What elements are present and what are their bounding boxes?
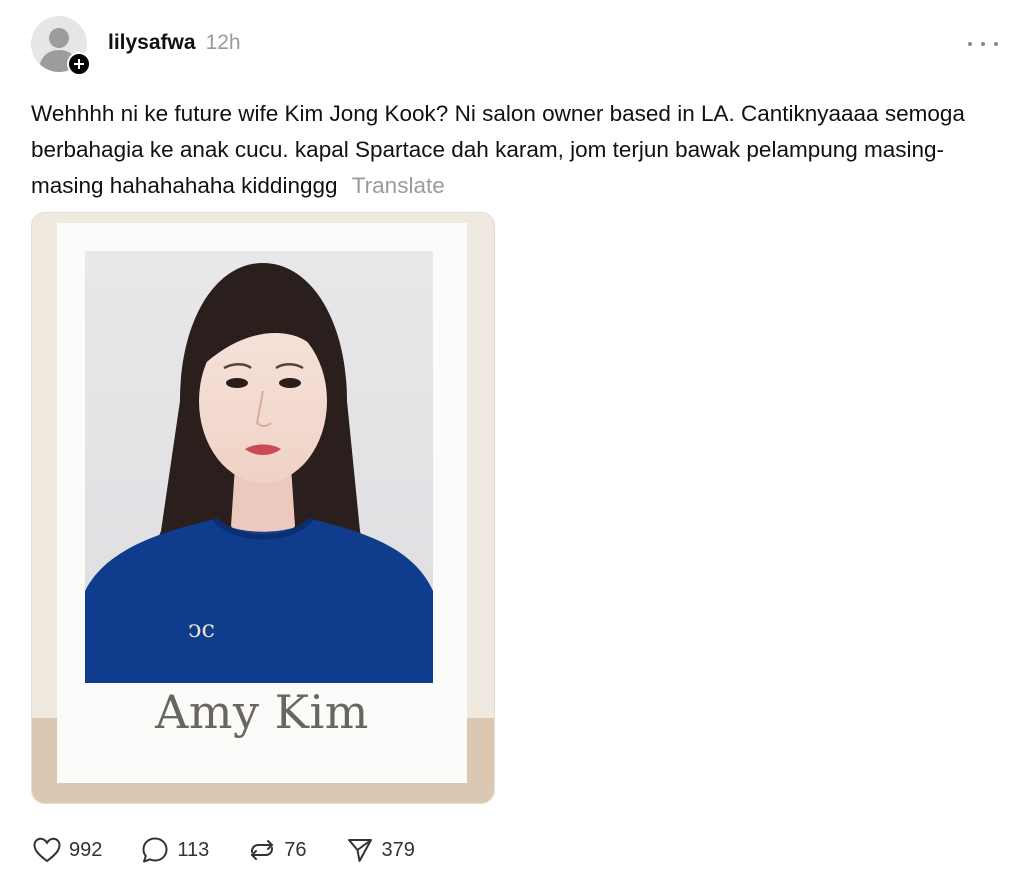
like-button[interactable]: 992	[33, 837, 102, 863]
post-header: lilysafwa 12h	[108, 31, 241, 55]
caption-text: Wehhhh ni ke future wife Kim Jong Kook? …	[31, 101, 965, 198]
username[interactable]: lilysafwa	[108, 31, 196, 55]
image-name-label: Amy Kim	[155, 685, 369, 739]
send-icon	[347, 839, 372, 862]
repost-count: 76	[284, 838, 307, 861]
avatar[interactable]	[31, 16, 91, 76]
share-button[interactable]: 379	[346, 836, 415, 864]
action-bar: 992 113 76 379	[33, 836, 415, 864]
timestamp: 12h	[205, 31, 241, 54]
threads-post: lilysafwa 12h Wehhhh ni ke future wife K…	[0, 0, 1024, 875]
post-caption: Wehhhh ni ke future wife Kim Jong Kook? …	[31, 96, 991, 204]
portrait-photo: ↄc	[85, 251, 433, 683]
translate-link[interactable]: Translate	[352, 173, 445, 198]
reply-button[interactable]: 113	[141, 836, 209, 864]
post-image[interactable]: ↄc Amy Kim	[31, 212, 495, 804]
svg-text:ↄc: ↄc	[188, 615, 215, 643]
repost-icon	[251, 840, 274, 860]
speech-bubble-icon	[142, 837, 168, 863]
like-count: 992	[69, 838, 103, 861]
repost-button[interactable]: 76	[248, 836, 307, 864]
reply-count: 113	[177, 838, 210, 861]
share-count: 379	[381, 838, 415, 861]
heart-icon	[33, 837, 61, 863]
plus-icon[interactable]	[67, 52, 91, 76]
more-horizontal-icon[interactable]	[968, 34, 998, 54]
